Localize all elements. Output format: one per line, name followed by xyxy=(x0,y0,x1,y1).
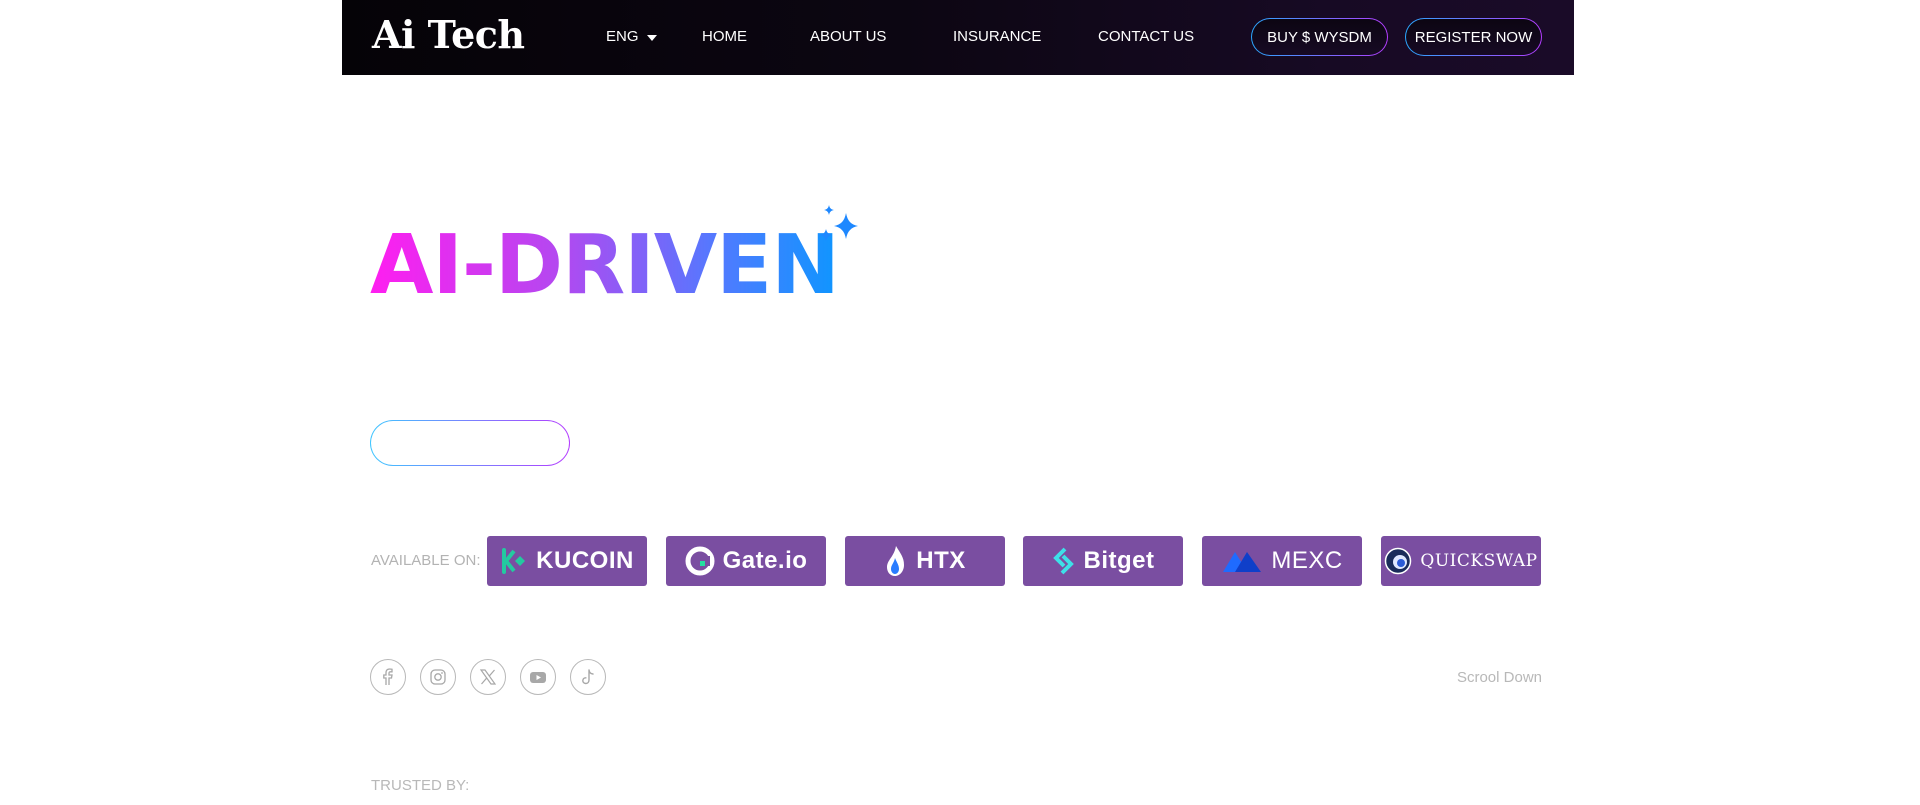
mexc-badge[interactable]: MEXC xyxy=(1202,536,1362,586)
gate-io-logo-icon xyxy=(685,546,715,576)
exchange-name: HTX xyxy=(916,547,966,574)
buy-token-button[interactable]: BUY $ WYSDM xyxy=(1251,18,1388,56)
social-links xyxy=(370,659,606,695)
exchange-name: QUICKSWAP xyxy=(1420,551,1538,571)
exchange-name: MEXC xyxy=(1271,547,1343,574)
top-navigation-bar: Ai Tech ENG HOME ABOUT US INSURANCE CONT… xyxy=(342,0,1574,75)
hero-section: AI-DRIVEN xyxy=(370,205,890,313)
gate-io-badge[interactable]: Gate.io xyxy=(666,536,826,586)
facebook-icon[interactable] xyxy=(370,659,406,695)
quickswap-logo-icon xyxy=(1385,547,1412,575)
nav-home[interactable]: HOME xyxy=(702,28,747,45)
hero-cta-button[interactable] xyxy=(370,420,570,466)
exchange-name: Gate.io xyxy=(722,547,808,574)
nav-contact-us[interactable]: CONTACT US xyxy=(1098,28,1194,45)
htx-badge[interactable]: HTX xyxy=(845,536,1005,586)
nav-insurance[interactable]: INSURANCE xyxy=(953,28,1041,45)
exchange-name: KUCOIN xyxy=(536,547,634,574)
bitget-badge[interactable]: Bitget xyxy=(1023,536,1183,586)
mexc-logo-icon xyxy=(1223,552,1262,572)
bitget-logo-icon xyxy=(1052,547,1074,575)
exchange-name: Bitget xyxy=(1083,547,1155,574)
register-now-button[interactable]: REGISTER NOW xyxy=(1405,18,1542,56)
x-icon[interactable] xyxy=(470,659,506,695)
language-selector[interactable]: ENG xyxy=(606,28,657,45)
htx-logo-icon xyxy=(887,546,905,576)
nav-about-us[interactable]: ABOUT US xyxy=(810,28,886,45)
tiktok-icon[interactable] xyxy=(570,659,606,695)
youtube-icon[interactable] xyxy=(520,659,556,695)
kucoin-badge[interactable]: KUCOIN xyxy=(487,536,647,586)
hero-title: AI-DRIVEN xyxy=(370,218,840,313)
kucoin-logo-icon xyxy=(502,548,526,574)
available-on-label: AVAILABLE ON: xyxy=(371,552,481,569)
instagram-icon[interactable] xyxy=(420,659,456,695)
chevron-down-icon xyxy=(646,34,657,41)
site-logo[interactable]: Ai Tech xyxy=(372,12,525,57)
sparkles-icon xyxy=(820,205,858,241)
trusted-by-label: TRUSTED BY: xyxy=(371,777,470,794)
language-label: ENG xyxy=(606,28,639,45)
scroll-down-link[interactable]: Scrool Down xyxy=(1457,669,1542,686)
quickswap-badge[interactable]: QUICKSWAP xyxy=(1381,536,1541,586)
